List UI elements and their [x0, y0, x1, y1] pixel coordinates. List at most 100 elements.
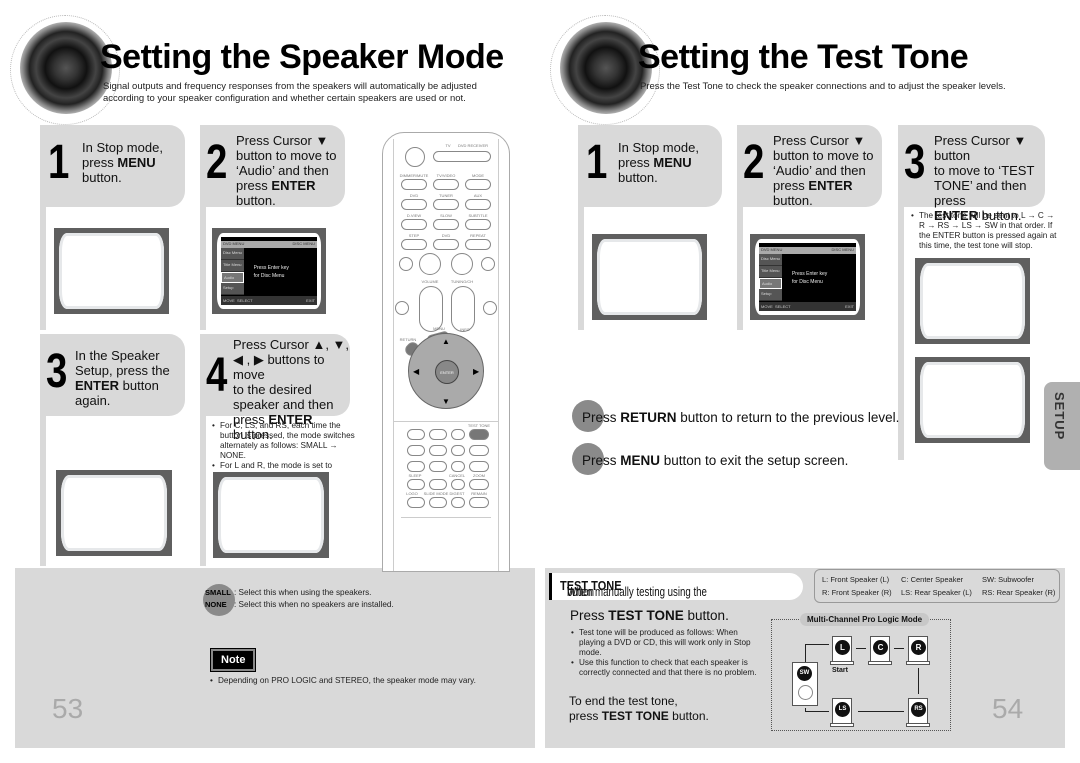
step-line: press ENTER button. [236, 178, 316, 208]
remote-button [465, 219, 491, 230]
text: button to return to the previous level. [676, 410, 900, 425]
remote-label: REPEAT [470, 233, 486, 238]
remote-button [469, 497, 489, 508]
remote-label: RETURN [399, 337, 417, 342]
page-number-right: 54 [992, 693, 1024, 724]
menu-sidebar: Disc Menu Title Menu Audio Setup [759, 254, 783, 301]
menu-side-item: Disc Menu [221, 248, 245, 260]
play-pause-button [451, 253, 473, 275]
return-instruction: Press RETURN button to return to the pre… [582, 410, 899, 425]
text: button. [683, 608, 729, 623]
text-bold: MENU [620, 453, 661, 468]
tv-screen-blank [213, 472, 329, 558]
text: To end the test tone, [569, 694, 678, 708]
step-1-panel: 1 In Stop mode, press MENU button. [578, 125, 722, 207]
text-bold: TEST TONE [601, 709, 669, 723]
menu-side-item: Title Menu [759, 266, 783, 278]
diagram-title: Multi-Channel Pro Logic Mode [800, 613, 930, 626]
text: EXIT [845, 304, 854, 309]
speaker-label: L [835, 640, 850, 655]
remote-button [469, 461, 489, 472]
menu-side-item: Disc Menu [759, 254, 783, 266]
num-button [407, 445, 425, 456]
flow-arrow [805, 711, 829, 712]
step-text: In Stop mode, press MENU button. [618, 140, 699, 185]
remote-label: STEP [408, 233, 420, 238]
flow-arrow [858, 711, 904, 712]
step-number: 1 [48, 136, 70, 189]
remote-button [407, 497, 425, 508]
text: MOVE [223, 298, 235, 303]
manual-test-heading: When manually testing using the TEST TON… [549, 573, 803, 600]
remote-label: VOLUME [421, 279, 439, 284]
remote-button [401, 179, 427, 190]
speaker-label: C [873, 640, 888, 655]
menu-bottombar: MOVE SELECT EXIT [221, 296, 317, 305]
step-line: Setup, press the [75, 363, 170, 378]
step-line: press ENTER button. [773, 178, 853, 208]
tv-screen-blank [915, 258, 1030, 344]
remote-button [469, 445, 489, 456]
text: Press Enter key [253, 265, 289, 272]
page-title-right: Setting the Test Tone [638, 38, 969, 76]
page-number-left: 53 [52, 693, 84, 724]
menu-topbar: DVD MENU DISC MENU [221, 241, 317, 248]
remote-label: CANCEL [448, 473, 466, 478]
arrow-left-icon: ◀ [413, 367, 420, 376]
menu-side-item: Setup [221, 283, 245, 295]
step-line: ◀ , ▶ buttons to move [233, 352, 325, 382]
remote-button [483, 301, 497, 315]
tuning-rocker [451, 286, 475, 332]
speaker-rs-icon: RS [906, 698, 930, 727]
badge-small: SMALL [205, 588, 231, 597]
menu-side-item: Audio [221, 271, 245, 284]
page-title-left: Setting the Speaker Mode [100, 38, 504, 76]
page-subtitle-right: Press the Test Tone to check the speaker… [640, 81, 1006, 92]
step-line: In Stop mode, [618, 140, 699, 155]
step-2-panel: 2 Press Cursor ▼ button to move to ‘Audio’… [737, 125, 882, 208]
remote-label: DIGEST [449, 491, 465, 496]
subwoofer-icon: SW [792, 662, 818, 706]
step-line: button. [82, 170, 122, 185]
tv-screen-menu: DVD MENU DISC MENU Disc Menu Title Menu Audi… [750, 234, 865, 320]
setup-tab-label: SETUP [1052, 392, 1067, 441]
remote-label: INFO [460, 327, 470, 332]
num-button [429, 429, 447, 440]
step-3-notes: The test tone will be sent to L → C → R … [911, 211, 1061, 251]
remote-button [465, 239, 491, 250]
step-number: 2 [743, 136, 765, 189]
num-button [451, 429, 465, 440]
flow-arrow [894, 648, 904, 649]
step-line: ENTER button again. [75, 378, 159, 408]
test-tone-button [469, 429, 489, 440]
text-bold: RETURN [620, 410, 677, 425]
menu-bottombar: MOVE SELECT EXIT [759, 302, 856, 311]
remote-button [433, 179, 459, 190]
flow-arrow [805, 708, 806, 712]
step-line: button. [618, 170, 658, 185]
step-3-panel: 3 In the Speaker Setup, press the ENTER bu… [40, 334, 185, 416]
enter-button: ENTER [435, 360, 459, 384]
text: press [569, 709, 602, 723]
remote-button [433, 239, 459, 250]
step-line: In Stop mode, [82, 140, 163, 155]
text: Press [582, 410, 621, 425]
step-text: In Stop mode, press MENU button. [82, 140, 163, 185]
bullet-item: Test tone will be produced as follows: W… [571, 628, 761, 658]
speaker-ls-icon: LS [830, 698, 854, 727]
text: for Disc Menu [791, 279, 823, 286]
speaker-label: LS [835, 702, 850, 717]
remote-button [429, 497, 447, 508]
remote-button [465, 199, 491, 210]
step-line: to the desired [233, 382, 312, 397]
menu-topbar: DVD MENU DISC MENU [759, 247, 856, 254]
speaker-label: SW [797, 666, 812, 681]
speaker-l-icon: L [830, 636, 854, 665]
remote-button [401, 219, 427, 230]
step-line: speaker and then [233, 397, 334, 412]
remote-button [395, 301, 409, 315]
step-text: Press Cursor ▼ button to move to ‘Audio’ a… [773, 133, 882, 208]
arrow-up-icon: ▲ [442, 337, 450, 346]
text-bold: TEST TONE [608, 608, 684, 623]
tv-screen-menu: DVD MENU DISC MENU Disc Menu Title Menu Audi… [212, 228, 326, 314]
